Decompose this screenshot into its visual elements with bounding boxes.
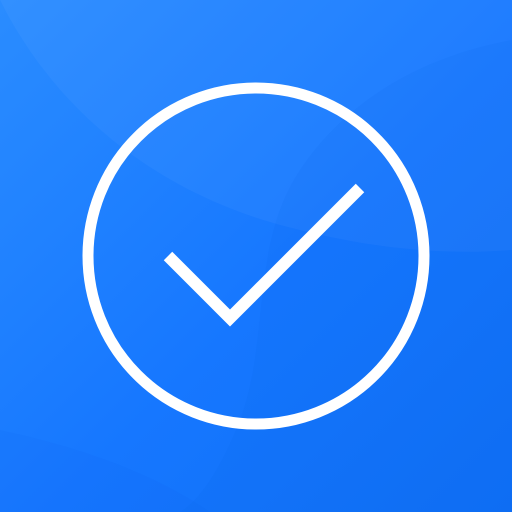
checkmark-circle-icon bbox=[82, 82, 430, 430]
checkmark-stroke bbox=[163, 183, 365, 327]
app-icon bbox=[0, 0, 512, 512]
outline-circle bbox=[82, 82, 430, 430]
